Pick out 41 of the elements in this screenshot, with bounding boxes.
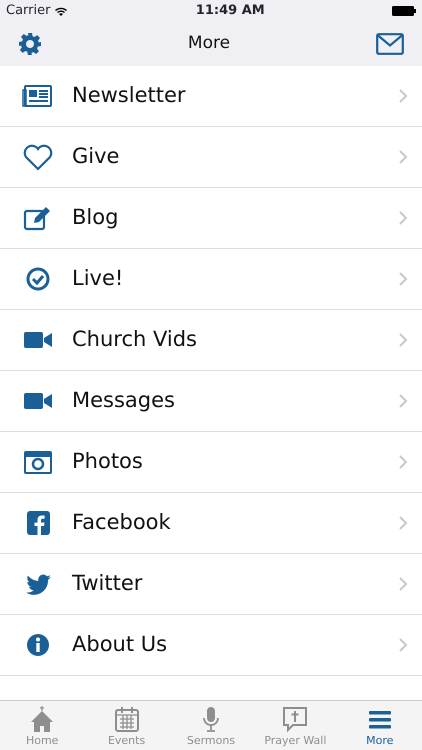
menu-item-label: About Us bbox=[72, 631, 168, 658]
chevron-icon bbox=[398, 332, 408, 348]
chevron-icon bbox=[398, 210, 408, 226]
menu-item[interactable]: About Us bbox=[0, 615, 422, 676]
carrier-text: Carrier bbox=[6, 2, 50, 20]
menu-item-label: Photos bbox=[72, 448, 143, 476]
menu-item[interactable]: Blog bbox=[0, 188, 422, 249]
heart-icon bbox=[22, 142, 54, 172]
menu-item[interactable]: Twitter bbox=[0, 554, 422, 615]
menu-item-label: Messages bbox=[72, 387, 175, 414]
screen-title: More bbox=[188, 32, 230, 56]
menu-item[interactable]: Live! bbox=[0, 249, 422, 310]
menu-item-label: Church Vids bbox=[72, 326, 197, 354]
menu-item[interactable]: Photos bbox=[0, 432, 422, 493]
chevron-icon bbox=[398, 637, 408, 653]
speech-bubble-icon bbox=[281, 705, 310, 733]
menu-item[interactable]: Give bbox=[0, 127, 422, 188]
chevron-icon bbox=[398, 149, 408, 165]
chevron-icon bbox=[398, 515, 408, 531]
mail-icon[interactable] bbox=[376, 33, 404, 55]
clock-time: 11:49 AM bbox=[196, 2, 265, 20]
menu-item-label: Blog bbox=[72, 204, 118, 232]
menu-item-label: Newsletter bbox=[72, 82, 186, 110]
calendar-icon bbox=[112, 705, 141, 733]
menu-item[interactable]: Messages bbox=[0, 371, 422, 432]
chevron-icon bbox=[398, 454, 408, 470]
menu-item[interactable]: Church Vids bbox=[0, 310, 422, 371]
menu-item-label: Facebook bbox=[72, 509, 171, 536]
chevron-icon bbox=[398, 271, 408, 287]
menu-item[interactable]: Facebook bbox=[0, 493, 422, 554]
tab[interactable]: More bbox=[338, 701, 422, 750]
chevron-icon bbox=[398, 576, 408, 592]
menu-item-label: Twitter bbox=[72, 570, 142, 598]
settings-icon[interactable] bbox=[18, 32, 42, 56]
menu-item-label: Live! bbox=[72, 265, 124, 292]
battery-icon bbox=[392, 6, 416, 16]
chevron-icon bbox=[398, 393, 408, 409]
chevron-icon bbox=[398, 88, 408, 104]
menu-item-label: Give bbox=[72, 143, 120, 170]
wifi-icon bbox=[54, 6, 68, 16]
menu-item[interactable]: Newsletter bbox=[0, 66, 422, 127]
